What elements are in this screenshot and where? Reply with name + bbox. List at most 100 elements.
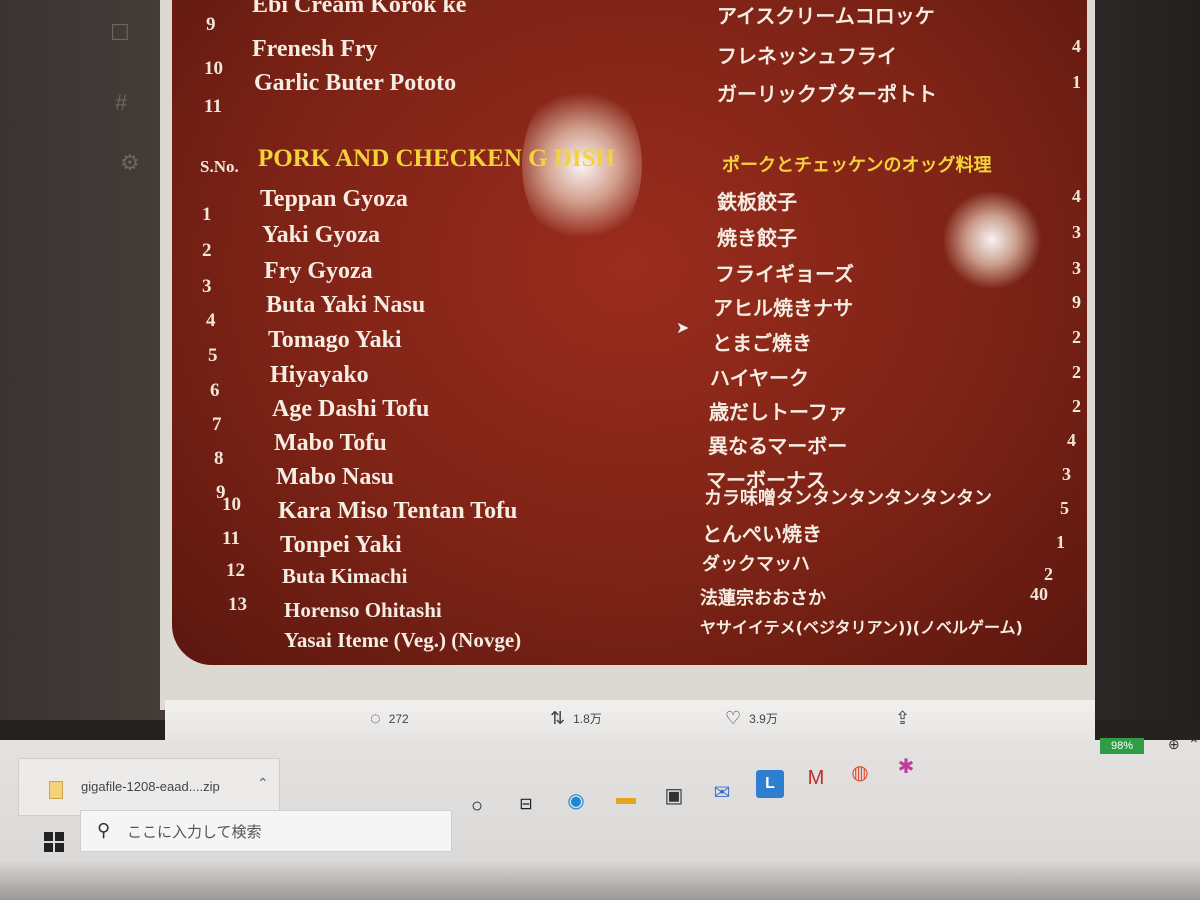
item-name-jp: 法蓮宗おおさか bbox=[700, 588, 826, 609]
item-price: 2 bbox=[1072, 396, 1081, 416]
item-name-jp: とまご焼き bbox=[712, 331, 812, 355]
like-button[interactable]: ♡ 3.9万 bbox=[725, 708, 778, 729]
menu-item: 3 Fry Gyoza フライギョーズ 3 bbox=[172, 258, 1087, 297]
item-name: Ebi Cream Korok ke bbox=[252, 0, 467, 18]
search-icon: ⚲ bbox=[97, 820, 111, 840]
section-header: S.No. PORK AND CHECKEN G DISH ポークとチェッケンの… bbox=[172, 145, 1087, 185]
item-number: 9 bbox=[206, 14, 216, 35]
gear-icon[interactable]: ⚙ bbox=[120, 150, 140, 176]
reply-button[interactable]: ◌ 272 bbox=[370, 708, 409, 729]
retweet-button[interactable]: ⇅ 1.8万 bbox=[550, 708, 602, 729]
item-price: 4 bbox=[1067, 430, 1076, 450]
item-name-jp: フレネッシュフライ bbox=[717, 44, 897, 68]
menu-item: 7 Age Dashi Tofu 歳だしトーファ 2 bbox=[172, 396, 1087, 435]
bookmark-icon[interactable]: ☐ bbox=[110, 20, 130, 46]
reply-icon: ◌ bbox=[370, 708, 381, 728]
item-name: Mabo Nasu bbox=[276, 464, 395, 490]
item-price: 9 bbox=[1072, 292, 1081, 312]
task-view-icon[interactable]: ⊟ bbox=[512, 790, 540, 818]
slack-icon[interactable]: ✱ bbox=[892, 752, 920, 780]
hashtag-icon[interactable]: # bbox=[115, 90, 127, 116]
left-sidebar: ☐ # ⚙ bbox=[0, 0, 165, 720]
section-title: PORK AND CHECKEN G DISH bbox=[258, 145, 615, 172]
item-name: Teppan Gyoza bbox=[260, 186, 408, 212]
item-number: 11 bbox=[222, 528, 240, 549]
mail-icon[interactable]: ✉ bbox=[708, 778, 736, 806]
tweet-action-bar: ◌ 272 ⇅ 1.8万 ♡ 3.9万 ⇪ bbox=[165, 700, 1095, 740]
right-sidebar bbox=[1085, 0, 1200, 720]
file-explorer-icon[interactable]: ▬ bbox=[612, 784, 640, 812]
mcafee-icon[interactable]: M bbox=[802, 764, 830, 792]
app-l-icon[interactable]: L bbox=[756, 770, 784, 798]
item-price: 4 bbox=[1072, 186, 1081, 206]
item-name-jp: カラ味噌タンタンタンタンタンタン bbox=[704, 488, 992, 509]
chevron-up-icon[interactable]: ⌃ bbox=[1188, 736, 1200, 753]
tweet-image[interactable]: 9 Ebi Cream Korok ke アイスクリームコロッケ 10 Fren… bbox=[160, 0, 1095, 710]
item-name-jp: ダックマッハ bbox=[702, 554, 810, 575]
item-name: Kara Miso Tentan Tofu bbox=[278, 498, 518, 524]
menu-item: 9 Ebi Cream Korok ke アイスクリームコロッケ bbox=[172, 0, 1087, 35]
item-price: 5 bbox=[1060, 498, 1069, 518]
like-count: 3.9万 bbox=[749, 712, 778, 726]
menu-item: 2 Yaki Gyoza 焼き餃子 3 bbox=[172, 222, 1087, 261]
item-name-jp: アヒル焼きナサ bbox=[713, 296, 853, 320]
menu-item: Yasai Iteme (Veg.) (Novge) ヤサイイテメ(ベジタリアン… bbox=[172, 618, 1087, 662]
item-name: Yasai Iteme (Veg.) (Novge) bbox=[284, 628, 522, 652]
menu-item: 11 Tonpei Yaki とんぺい焼き 1 bbox=[172, 522, 1087, 566]
item-name: Horenso Ohitashi bbox=[284, 598, 442, 622]
share-button[interactable]: ⇪ bbox=[895, 708, 910, 729]
item-price: 3 bbox=[1072, 222, 1081, 242]
item-price: 1 bbox=[1056, 532, 1065, 552]
menu-item: 12 Buta Kimachi ダックマッハ 2 bbox=[172, 554, 1087, 598]
menu-item: 10 Frenesh Fry フレネッシュフライ 4 bbox=[172, 36, 1087, 79]
search-placeholder: ここに入力して検索 bbox=[127, 824, 262, 841]
item-name-jp: 焼き餃子 bbox=[717, 226, 797, 250]
item-name: Buta Kimachi bbox=[282, 564, 408, 588]
item-name: Hiyayako bbox=[270, 362, 369, 388]
taskbar-search-box[interactable]: ⚲ ここに入力して検索 bbox=[80, 810, 452, 852]
share-icon: ⇪ bbox=[895, 708, 911, 728]
item-name: Garlic Buter Pototo bbox=[254, 70, 457, 96]
serial-number-label: S.No. bbox=[200, 157, 239, 176]
menu-item: 6 Hiyayako ハイヤーク 2 bbox=[172, 362, 1087, 401]
menu-item: 10 Kara Miso Tentan Tofu カラ味噌タンタンタンタンタンタ… bbox=[172, 488, 1087, 532]
item-name-jp: フライギョーズ bbox=[715, 262, 854, 286]
menu-item: 4 Buta Yaki Nasu アヒル焼きナサ 9 bbox=[172, 292, 1087, 331]
network-icon[interactable]: ⊕ bbox=[1168, 736, 1180, 753]
item-name-jp: とんぺい焼き bbox=[702, 522, 822, 546]
item-number: 12 bbox=[226, 560, 245, 581]
retweet-count: 1.8万 bbox=[573, 712, 602, 726]
cortana-icon[interactable]: ○ bbox=[463, 792, 491, 820]
menu-item: 5 Tomago Yaki とまご焼き 2 bbox=[172, 327, 1087, 366]
item-price: 2 bbox=[1072, 362, 1081, 382]
item-name-jp: ヤサイイテメ(ベジタリアン))(ノベルゲーム) bbox=[700, 618, 1023, 637]
store-icon[interactable]: ▣ bbox=[660, 781, 688, 809]
heart-icon: ♡ bbox=[725, 708, 742, 728]
edge-browser-icon[interactable]: ◉ bbox=[562, 786, 590, 814]
section-title-jp: ポークとチェッケンのオッグ料理 bbox=[722, 155, 992, 176]
bottom-shadow bbox=[0, 860, 1200, 900]
item-price: 3 bbox=[1062, 464, 1071, 484]
item-name: Frenesh Fry bbox=[252, 36, 378, 62]
menu-item: 8 Mabo Tofu 異なるマーボー 4 bbox=[172, 430, 1087, 469]
mouse-cursor-icon: ➤ bbox=[676, 320, 690, 337]
item-name: Mabo Tofu bbox=[274, 430, 387, 456]
item-price: 2 bbox=[1044, 564, 1053, 584]
retweet-icon: ⇅ bbox=[550, 708, 566, 728]
item-name: Buta Yaki Nasu bbox=[266, 292, 426, 318]
item-price: 3 bbox=[1072, 258, 1081, 278]
menu-card: 9 Ebi Cream Korok ke アイスクリームコロッケ 10 Fren… bbox=[172, 0, 1087, 665]
chrome-icon[interactable]: ◍ bbox=[846, 758, 874, 786]
battery-indicator[interactable]: 98% bbox=[1100, 738, 1144, 754]
item-name: Tomago Yaki bbox=[268, 327, 402, 353]
item-number: 13 bbox=[228, 594, 247, 615]
item-number: 11 bbox=[204, 96, 222, 117]
item-price: 1 bbox=[1072, 72, 1081, 92]
item-name-jp: 鉄板餃子 bbox=[717, 190, 797, 214]
item-name-jp: ハイヤーク bbox=[710, 366, 809, 390]
item-price: 2 bbox=[1072, 327, 1081, 347]
item-price: 40 bbox=[1030, 584, 1048, 604]
item-number: 10 bbox=[222, 494, 241, 515]
item-name: Yaki Gyoza bbox=[262, 222, 381, 248]
windows-start-icon[interactable] bbox=[44, 832, 66, 854]
